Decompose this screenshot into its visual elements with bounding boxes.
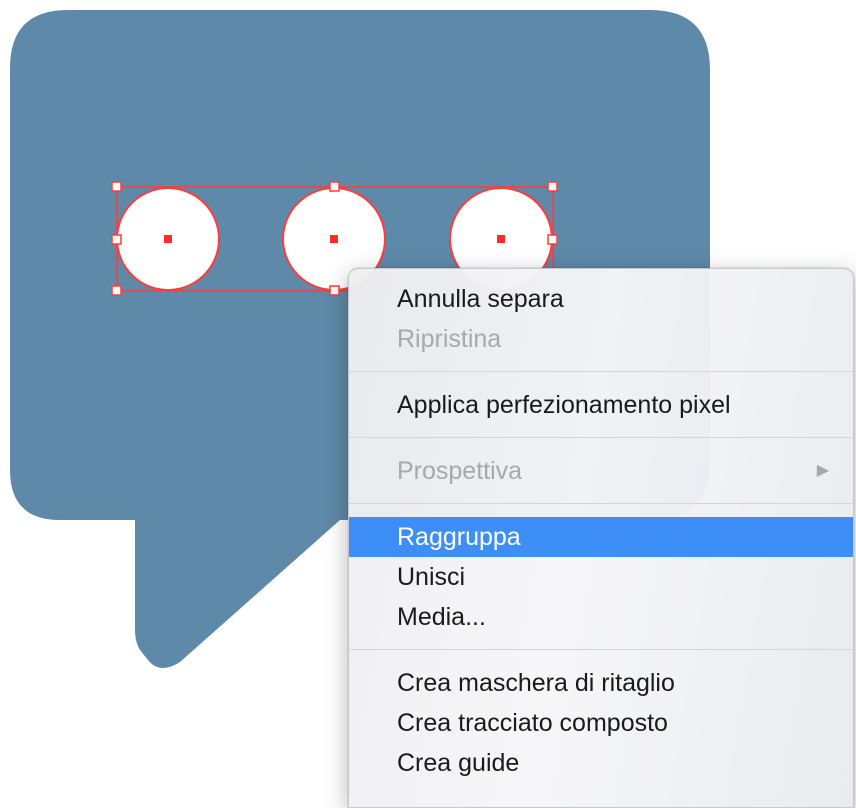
menu-item-crea-maschera-di-ritaglio[interactable]: Crea maschera di ritaglio bbox=[349, 663, 853, 703]
menu-item-crea-tracciato-composto[interactable]: Crea tracciato composto bbox=[349, 703, 853, 743]
menu-separator bbox=[349, 649, 853, 650]
menu-item-crea-guide[interactable]: Crea guide bbox=[349, 743, 853, 783]
handle-middle-right[interactable] bbox=[547, 234, 558, 245]
menu-item-label: Ripristina bbox=[397, 325, 502, 353]
menu-item-applica-perfezionamento-pixel[interactable]: Applica perfezionamento pixel bbox=[349, 385, 853, 425]
menu-item-ripristina: Ripristina bbox=[349, 319, 853, 359]
menu-item-label: Annulla separa bbox=[397, 285, 564, 313]
menu-item-media[interactable]: Media... bbox=[349, 597, 853, 637]
center-point-2 bbox=[330, 235, 338, 243]
menu-item-label: Crea tracciato composto bbox=[397, 709, 668, 737]
handle-top-left[interactable] bbox=[111, 181, 122, 192]
menu-item-label: Crea guide bbox=[397, 749, 520, 777]
menu-item-prospettiva: Prospettiva ▶ bbox=[349, 451, 853, 491]
menu-item-raggruppa[interactable]: Raggruppa bbox=[349, 517, 853, 557]
menu-item-unisci[interactable]: Unisci bbox=[349, 557, 853, 597]
menu-item-label: Raggruppa bbox=[397, 523, 521, 551]
handle-top-right[interactable] bbox=[547, 181, 558, 192]
menu-separator bbox=[349, 503, 853, 504]
center-point-3 bbox=[497, 235, 505, 243]
handle-bottom-left[interactable] bbox=[111, 285, 122, 296]
menu-item-annulla-separa[interactable]: Annulla separa bbox=[349, 279, 853, 319]
menu-separator bbox=[349, 437, 853, 438]
handle-middle-left[interactable] bbox=[111, 234, 122, 245]
context-menu: Annulla separa Ripristina Applica perfez… bbox=[348, 268, 854, 808]
chevron-right-icon: ▶ bbox=[816, 462, 829, 479]
menu-item-label: Crea maschera di ritaglio bbox=[397, 669, 675, 697]
menu-item-label: Unisci bbox=[397, 563, 466, 591]
handle-bottom-center[interactable] bbox=[329, 285, 340, 296]
menu-item-label: Prospettiva bbox=[397, 457, 523, 485]
menu-separator bbox=[349, 371, 853, 372]
handle-top-center[interactable] bbox=[329, 181, 340, 192]
menu-item-label: Media... bbox=[397, 603, 486, 631]
center-point-1 bbox=[164, 235, 172, 243]
menu-item-label: Applica perfezionamento pixel bbox=[397, 391, 731, 419]
